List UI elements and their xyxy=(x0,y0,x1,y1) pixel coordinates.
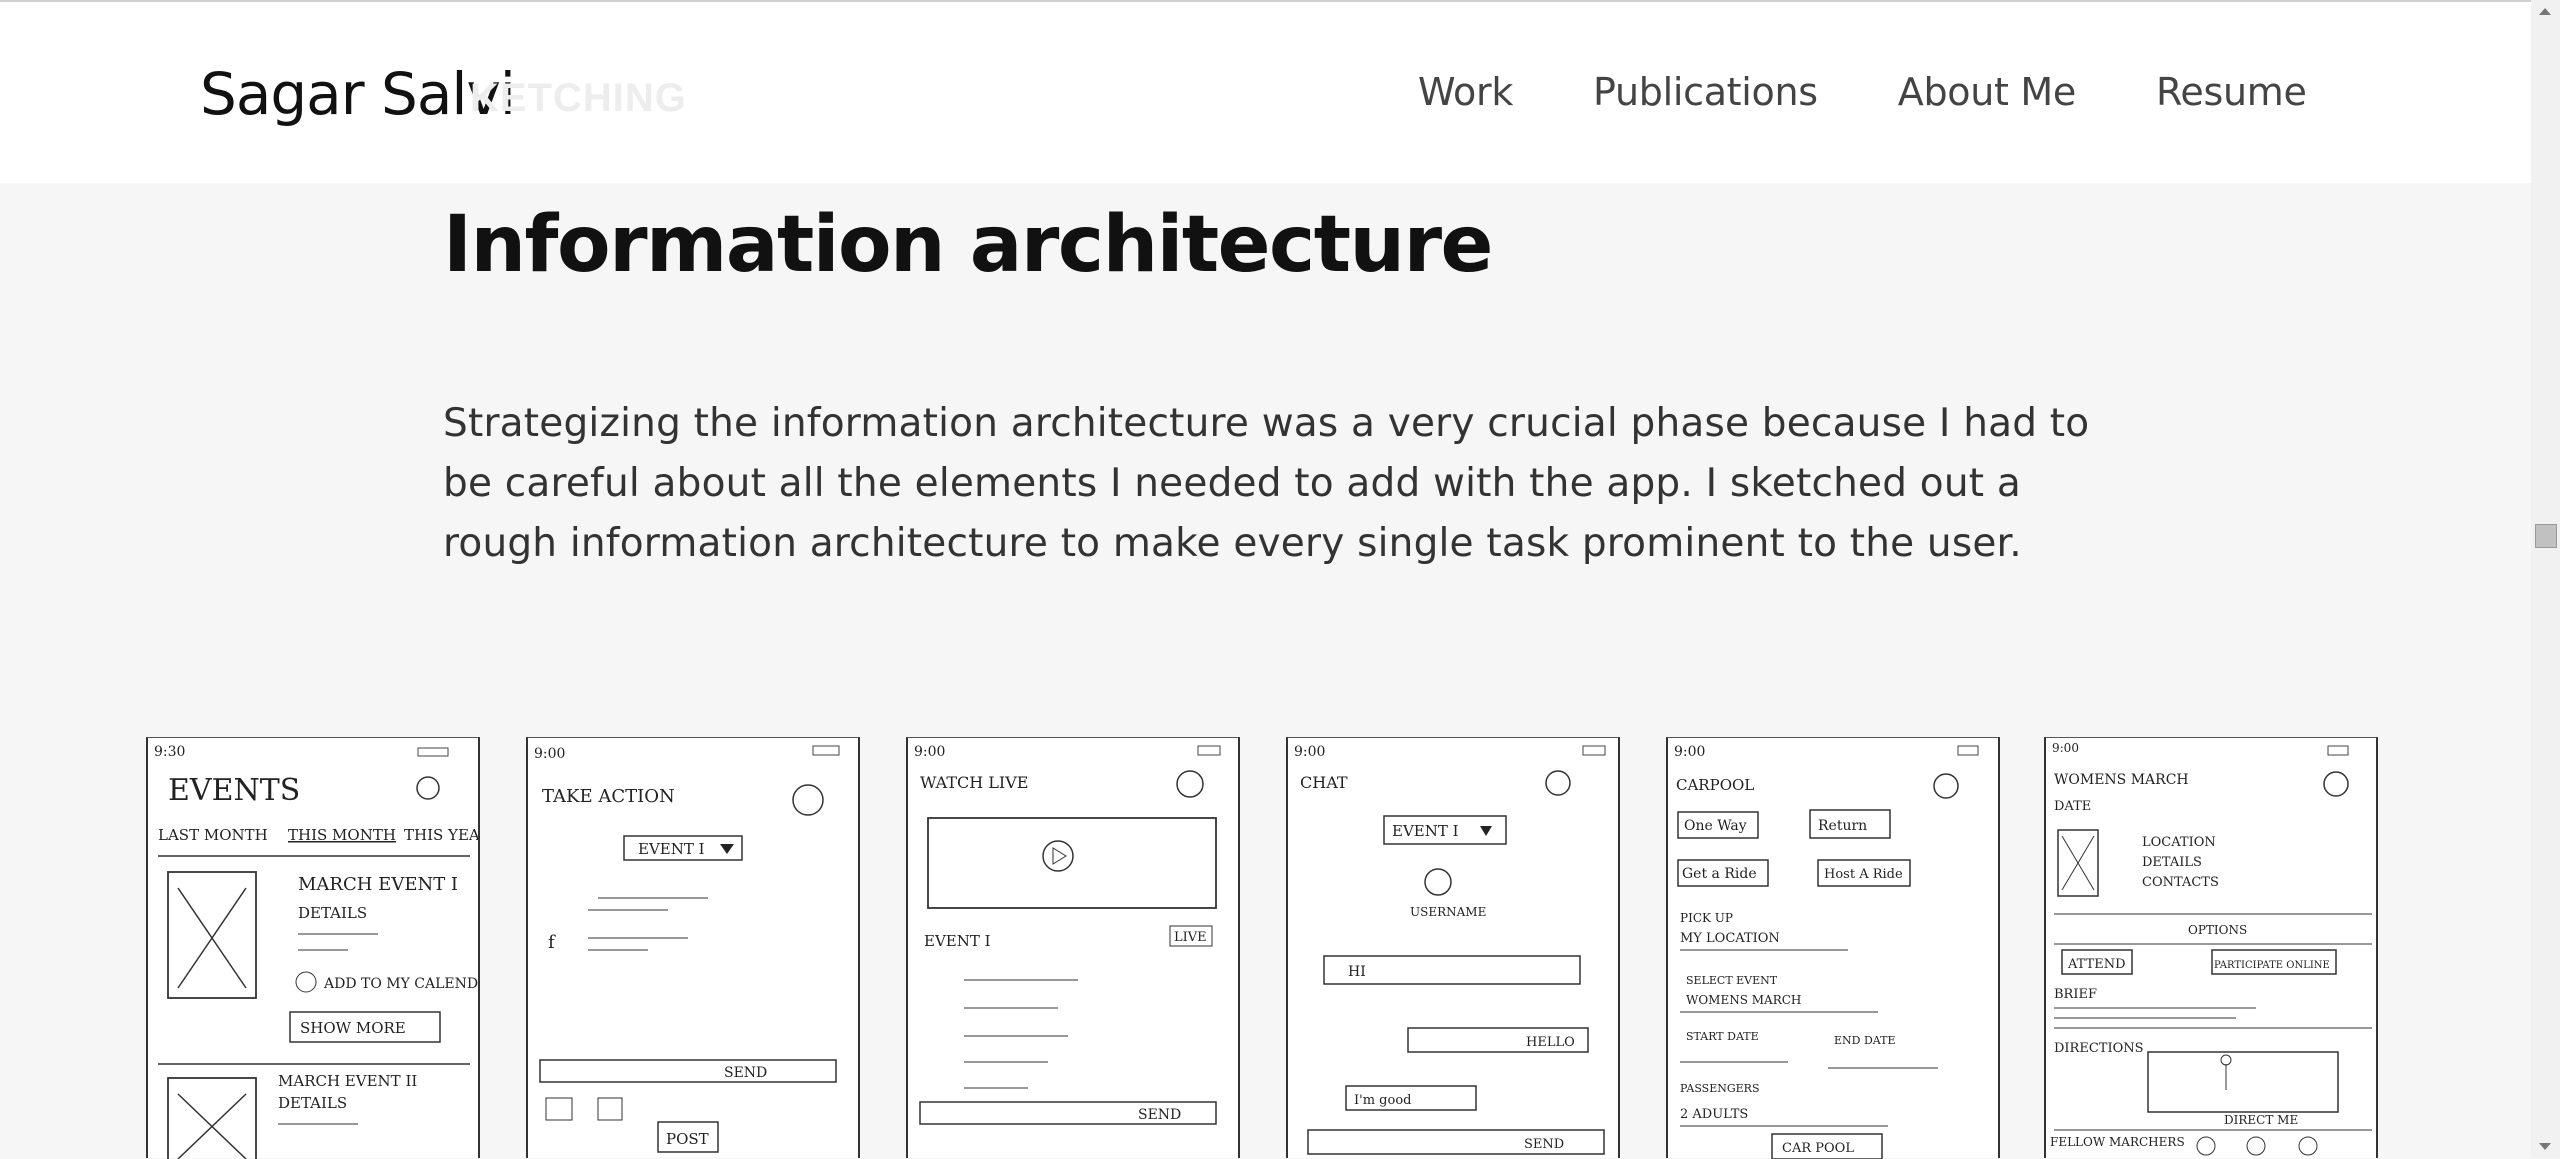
sketch-pickup: PICK UP xyxy=(1680,911,1733,925)
sketch-tab: THIS YEAR xyxy=(404,826,478,844)
sketch-select-event: SELECT EVENT xyxy=(1686,974,1778,987)
sketch-live-badge: LIVE xyxy=(1174,930,1207,945)
sketch-title: CHAT xyxy=(1300,773,1348,792)
sketch-one-way: One Way xyxy=(1684,818,1747,834)
sketch-womens-march-drawing: 9:00 WOMENS MARCH DATE LOCATION DETAILS … xyxy=(2050,741,2372,1156)
sketch-events: 9:30 EVENTS LAST MONTH THIS MONTH THIS Y… xyxy=(146,737,480,1159)
sketch-title: WATCH LIVE xyxy=(920,773,1028,792)
sketch-time: 9:00 xyxy=(1294,744,1325,760)
scroll-down-arrow-icon[interactable] xyxy=(2539,1143,2551,1150)
sketch-dropdown: EVENT I xyxy=(1392,822,1459,840)
sketch-host-ride: Host A Ride xyxy=(1824,867,1903,882)
sketch-title: TAKE ACTION xyxy=(542,786,675,807)
sketch-participate: PARTICIPATE ONLINE xyxy=(2214,960,2330,971)
sketch-details: DETAILS xyxy=(2142,855,2202,870)
sketch-carpool-drawing: 9:00 CARPOOL One Way Return Get a Ride H… xyxy=(1674,744,1979,1159)
sketch-take-action-drawing: 9:00 TAKE ACTION EVENT I f SEND POST xyxy=(534,745,840,1153)
sketch-username: USERNAME xyxy=(1410,905,1486,919)
sketch-take-action: 9:00 TAKE ACTION EVENT I f SEND POST xyxy=(526,737,860,1158)
sketch-time: 9:00 xyxy=(914,744,945,760)
nav-work[interactable]: Work xyxy=(1418,70,1513,114)
sketch-post: POST xyxy=(666,1130,709,1148)
sketch-directions: DIRECTIONS xyxy=(2054,1041,2144,1056)
sketch-time: 9:30 xyxy=(154,744,185,760)
site-header: Sagar Salvi KETCHING Work Publications A… xyxy=(0,2,2531,183)
scroll-up-arrow-icon[interactable] xyxy=(2539,8,2551,15)
sketch-chat: 9:00 CHAT EVENT I USERNAME HI HELLO I'm … xyxy=(1286,737,1620,1158)
sketch-gallery: 9:30 EVENTS LAST MONTH THIS MONTH THIS Y… xyxy=(146,737,2382,1159)
scrollbar-thumb[interactable] xyxy=(2535,524,2557,548)
main-nav: Work Publications About Me Resume xyxy=(1418,70,2307,114)
sketch-msg-2: HELLO xyxy=(1526,1035,1575,1050)
nav-about-me[interactable]: About Me xyxy=(1898,70,2077,114)
sketch-show-more: SHOW MORE xyxy=(300,1019,406,1037)
sketch-contacts: CONTACTS xyxy=(2142,875,2219,890)
sketch-msg-1: HI xyxy=(1348,964,1366,980)
section-heading: Information architecture xyxy=(443,200,1493,290)
sketch-send: SEND xyxy=(1138,1107,1181,1123)
sketch-details: DETAILS xyxy=(298,904,367,922)
sketch-time: 9:00 xyxy=(2052,741,2079,755)
sketch-direct-me: DIRECT ME xyxy=(2224,1113,2298,1127)
sketch-watch-live-drawing: 9:00 WATCH LIVE EVENT I LIVE SEND xyxy=(914,744,1221,1125)
sketch-my-location: MY LOCATION xyxy=(1680,931,1780,946)
sketch-passengers: PASSENGERS xyxy=(1680,1082,1760,1095)
svg-text:f: f xyxy=(548,932,556,953)
sketch-location: LOCATION xyxy=(2142,835,2216,850)
sketch-adults: 2 ADULTS xyxy=(1680,1107,1748,1122)
sketch-time: 9:00 xyxy=(1674,744,1705,760)
section-paragraph: Strategizing the information architectur… xyxy=(443,401,2090,566)
sketch-event-title-2: MARCH EVENT II xyxy=(278,1072,417,1090)
sketch-get-ride: Get a Ride xyxy=(1682,866,1757,882)
nav-publications[interactable]: Publications xyxy=(1593,70,1818,114)
nav-resume[interactable]: Resume xyxy=(2156,70,2307,114)
sketch-date: DATE xyxy=(2054,799,2091,814)
sketch-events-drawing: 9:30 EVENTS LAST MONTH THIS MONTH THIS Y… xyxy=(154,744,478,1159)
sketch-end-date: END DATE xyxy=(1834,1034,1896,1047)
sketch-fellow: FELLOW MARCHERS xyxy=(2050,1135,2185,1149)
sketch-brief: BRIEF xyxy=(2054,987,2097,1002)
brand-ghost-text: KETCHING xyxy=(470,76,687,120)
sketch-event-title: MARCH EVENT I xyxy=(298,874,458,895)
sketch-womens-march: 9:00 WOMENS MARCH DATE LOCATION DETAILS … xyxy=(2044,737,2378,1158)
sketch-attend: ATTEND xyxy=(2067,957,2126,972)
sketch-title: WOMENS MARCH xyxy=(2054,772,2189,788)
sketch-tab: LAST MONTH xyxy=(158,826,268,844)
sketch-msg-3: I'm good xyxy=(1354,1093,1411,1108)
sketch-add-calendar: ADD TO MY CALENDAR xyxy=(323,976,478,992)
site-brand[interactable]: Sagar Salvi xyxy=(200,60,516,128)
sketch-start-date: START DATE xyxy=(1686,1030,1759,1043)
sketch-dropdown: EVENT I xyxy=(638,840,705,858)
sketch-send: SEND xyxy=(1524,1137,1564,1152)
sketch-title: EVENTS xyxy=(168,773,300,808)
sketch-details-2: DETAILS xyxy=(278,1094,347,1112)
sketch-event: EVENT I xyxy=(924,932,991,950)
sketch-options: OPTIONS xyxy=(2188,923,2247,937)
sketch-tab: THIS MONTH xyxy=(288,826,396,844)
sketch-womens-march: WOMENS MARCH xyxy=(1686,993,1801,1007)
page-scrollbar[interactable] xyxy=(2531,0,2560,1158)
sketch-return: Return xyxy=(1818,818,1867,834)
sketch-carpool: 9:00 CARPOOL One Way Return Get a Ride H… xyxy=(1666,737,2000,1159)
sketch-watch-live: 9:00 WATCH LIVE EVENT I LIVE SEND xyxy=(906,737,1240,1158)
sketch-chat-drawing: 9:00 CHAT EVENT I USERNAME HI HELLO I'm … xyxy=(1294,744,1606,1155)
sketch-carpool-button: CAR POOL xyxy=(1782,1141,1854,1156)
sketch-send: SEND xyxy=(724,1065,767,1081)
sketch-time: 9:00 xyxy=(534,746,565,762)
sketch-title: CARPOOL xyxy=(1676,776,1754,794)
